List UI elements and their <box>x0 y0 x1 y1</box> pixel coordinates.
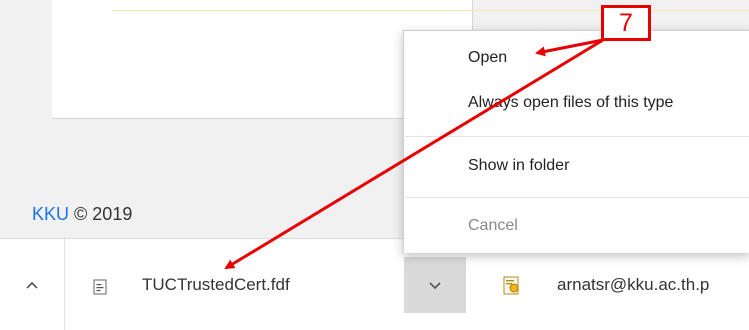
shelf-expand-button[interactable] <box>0 239 65 330</box>
download-menu-button[interactable] <box>404 257 466 313</box>
notice-bar-edge <box>112 10 749 11</box>
chevron-down-icon <box>429 282 441 290</box>
step-number-badge: 7 <box>601 5 651 41</box>
chevron-up-icon <box>26 281 38 289</box>
download-filename: TUCTrustedCert.fdf <box>142 275 290 294</box>
certificate-file-icon <box>503 276 519 295</box>
menu-item-show-in-folder[interactable]: Show in folder <box>468 157 569 175</box>
download-context-menu: Open Always open files of this type Show… <box>403 30 749 253</box>
footer-brand-link[interactable]: KKU <box>32 204 69 224</box>
menu-item-cancel[interactable]: Cancel <box>468 217 518 235</box>
menu-separator <box>405 197 749 198</box>
footer-copyright: © 2019 <box>74 204 133 224</box>
download-filename: arnatsr@kku.ac.th.p <box>557 275 710 294</box>
menu-separator <box>405 136 749 137</box>
menu-item-open[interactable]: Open <box>468 49 507 67</box>
menu-item-always-open[interactable]: Always open files of this type <box>468 94 673 112</box>
fdf-file-icon <box>93 279 107 295</box>
page-footer: KKU © 2019 <box>32 204 132 225</box>
